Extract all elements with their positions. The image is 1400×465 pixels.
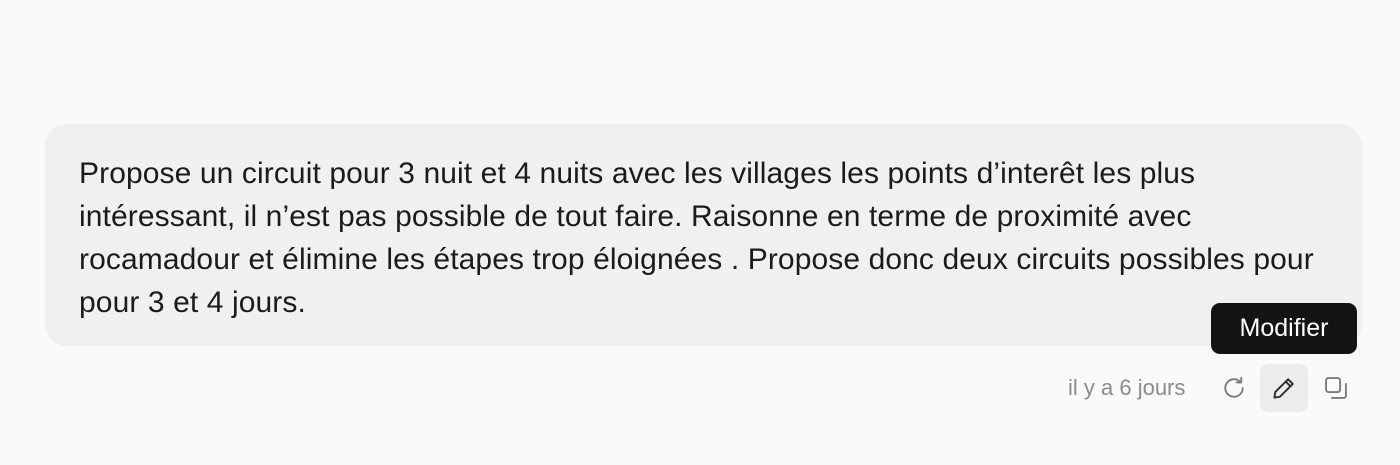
user-message-text: Propose un circuit pour 3 nuit et 4 nuit… <box>79 157 1314 319</box>
message-actions: il y a 6 jours <box>1050 362 1360 414</box>
regenerate-button[interactable] <box>1210 364 1258 412</box>
chat-page: Propose un circuit pour 3 nuit et 4 nuit… <box>0 0 1400 465</box>
edit-tooltip: Modifier <box>1211 303 1357 354</box>
pencil-icon <box>1270 374 1298 402</box>
edit-button[interactable] <box>1260 364 1308 412</box>
copy-icon <box>1322 374 1350 402</box>
copy-button[interactable] <box>1312 364 1360 412</box>
regenerate-icon <box>1220 374 1248 402</box>
message-timestamp: il y a 6 jours <box>1068 375 1186 400</box>
user-message-bubble: Propose un circuit pour 3 nuit et 4 nuit… <box>45 124 1362 346</box>
